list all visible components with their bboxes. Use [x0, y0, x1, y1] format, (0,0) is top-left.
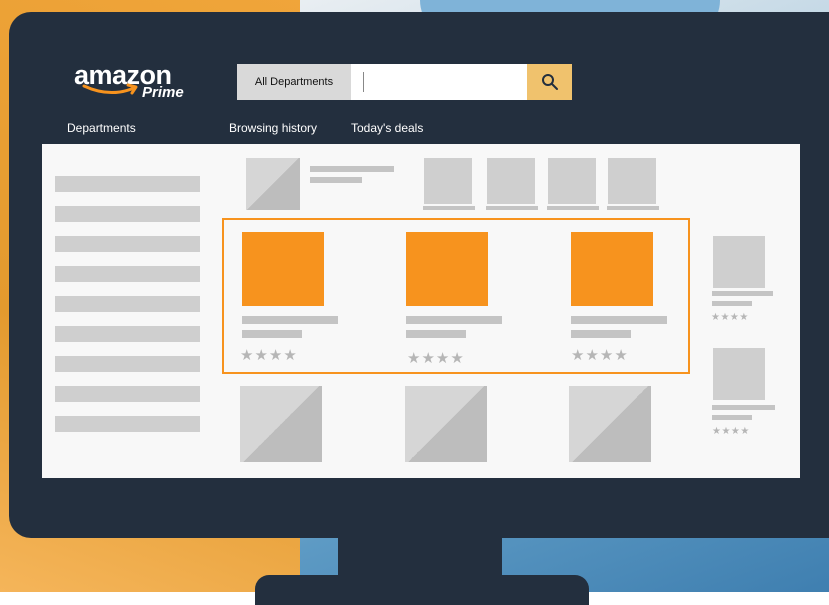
search-icon — [541, 74, 558, 90]
side-product-image[interactable] — [713, 236, 765, 288]
product-image-placeholder[interactable] — [405, 386, 487, 462]
nav-departments[interactable]: Departments — [67, 121, 136, 135]
product-price-placeholder — [571, 330, 631, 338]
product-title-placeholder — [571, 316, 667, 324]
sidebar-item[interactable] — [55, 416, 200, 432]
product-image-placeholder[interactable] — [569, 386, 651, 462]
highlighted-product-image[interactable] — [242, 232, 324, 306]
text-placeholder — [310, 166, 394, 172]
sidebar-item[interactable] — [55, 326, 200, 342]
rating-stars: ★★★★ — [711, 312, 749, 323]
text-placeholder — [607, 206, 659, 210]
highlighted-product-image[interactable] — [406, 232, 488, 306]
product-thumbnail[interactable] — [487, 158, 535, 204]
page-content: ★★★★ ★★★★ ★★★★ ★★★★ ★★★★ — [42, 144, 800, 478]
side-product-image[interactable] — [713, 348, 765, 400]
sidebar-item[interactable] — [55, 236, 200, 252]
amazon-prime-logo[interactable]: amazon Prime — [70, 60, 200, 106]
product-thumbnail[interactable] — [424, 158, 472, 204]
sidebar-item[interactable] — [55, 266, 200, 282]
search-input[interactable] — [351, 64, 527, 100]
text-placeholder — [712, 291, 773, 296]
product-image-placeholder[interactable] — [246, 158, 300, 210]
text-placeholder — [486, 206, 538, 210]
text-caret — [363, 72, 364, 92]
rating-stars: ★★★★ — [240, 346, 298, 364]
rating-stars: ★★★★ — [407, 349, 465, 367]
department-select[interactable]: All Departments — [237, 64, 351, 100]
sidebar-item[interactable] — [55, 206, 200, 222]
text-placeholder — [310, 177, 362, 183]
monitor-stand-base — [255, 575, 589, 605]
text-placeholder — [712, 405, 775, 410]
highlighted-product-image[interactable] — [571, 232, 653, 306]
product-image-placeholder[interactable] — [240, 386, 322, 462]
search-bar: All Departments — [237, 64, 572, 100]
logo-prime: Prime — [142, 84, 184, 101]
smile-arrow-icon — [82, 83, 138, 95]
text-placeholder — [712, 415, 752, 420]
sidebar-item[interactable] — [55, 176, 200, 192]
text-placeholder — [547, 206, 599, 210]
rating-stars: ★★★★ — [712, 426, 750, 437]
nav-browsing-history[interactable]: Browsing history — [229, 121, 317, 135]
monitor-stand-neck — [338, 536, 502, 578]
search-button[interactable] — [527, 64, 572, 100]
sidebar-item[interactable] — [55, 296, 200, 312]
product-title-placeholder — [242, 316, 338, 324]
text-placeholder — [423, 206, 475, 210]
product-price-placeholder — [242, 330, 302, 338]
product-thumbnail[interactable] — [608, 158, 656, 204]
text-placeholder — [712, 301, 752, 306]
product-title-placeholder — [406, 316, 502, 324]
sidebar-item[interactable] — [55, 386, 200, 402]
sidebar-item[interactable] — [55, 356, 200, 372]
product-thumbnail[interactable] — [548, 158, 596, 204]
nav-todays-deals[interactable]: Today's deals — [351, 121, 423, 135]
rating-stars: ★★★★ — [571, 346, 629, 364]
product-price-placeholder — [406, 330, 466, 338]
